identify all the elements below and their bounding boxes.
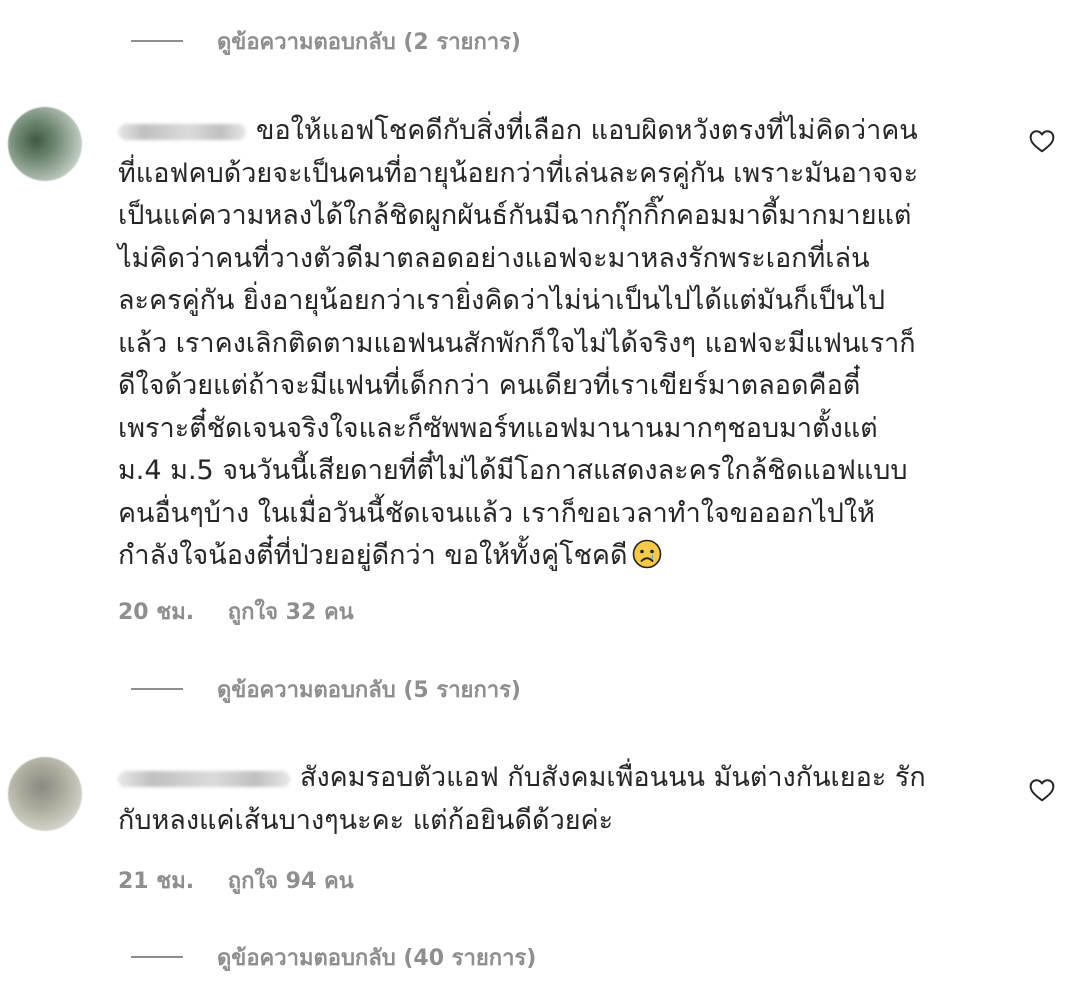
divider-line (131, 688, 183, 690)
comment-line: ดีใจด้วยแต่ถ้าจะมีแฟนที่เด็กกว่า คนเดียว… (118, 370, 861, 401)
view-replies-button[interactable]: ดูข้อความตอบกลับ (40 รายการ) (131, 941, 536, 973)
comment-line: สังคมรอบตัวแอฟ กับสังคมเพื่อนนน มันต่างก… (118, 757, 998, 800)
likes-count[interactable]: ถูกใจ 94 คน (228, 869, 354, 894)
sad-face-icon (632, 539, 661, 569)
comment-line: ไม่คิดว่าคนที่วางตัวดีมาตลอดอย่างแอฟจะมา… (118, 242, 870, 274)
view-replies-label: ดูข้อความตอบกลับ (5 รายการ) (217, 677, 521, 703)
divider-line (131, 40, 183, 42)
heart-outline-icon[interactable] (1029, 129, 1055, 153)
comment-meta: 21 ชม. ถูกใจ 94 คน (118, 863, 354, 898)
avatar[interactable] (8, 107, 82, 181)
view-replies-button[interactable]: ดูข้อความตอบกลับ (5 รายการ) (131, 673, 521, 705)
comment-time[interactable]: 20 ชม. (118, 600, 194, 625)
comment-text: ขอให้แอฟโชคดีกับสิ่งที่เลือก แอบผิดหวังต… (118, 110, 998, 578)
comment-line: เพราะตี๋ชัดเจนจริงใจและก็ซัพพอร์ทแอฟมานา… (118, 412, 878, 444)
username-blurred[interactable] (118, 123, 246, 140)
comment-text: สังคมรอบตัวแอฟ กับสังคมเพื่อนนน มันต่างก… (118, 757, 998, 842)
divider-line (131, 956, 183, 958)
likes-count[interactable]: ถูกใจ 32 คน (228, 600, 354, 625)
comment-line: แล้ว เราคงเลิกติดตามแอฟนนสักพักก็ใจไม่ได… (118, 327, 916, 359)
comment-line: กับหลงแค่เส้นบางๆนะคะ แต่ก้อยินดีด้วยค่ะ (118, 804, 614, 836)
avatar[interactable] (8, 757, 82, 831)
comment-line: คนอื่นๆบ้าง ในเมื่อวันนี้ชัดเจนแล้ว เราก… (118, 497, 875, 529)
comment-line: ม.4 ม.5 จนวันนี้เสียดายที่ตี๋ไม่ได้มีโอก… (118, 455, 908, 486)
comment-line: เป็นแค่ความหลงได้ใกล้ชิดผูกผันธ์กันมีฉาก… (118, 200, 912, 231)
view-replies-label: ดูข้อความตอบกลับ (2 รายการ) (217, 29, 521, 55)
view-replies-label: ดูข้อความตอบกลับ (40 รายการ) (217, 945, 537, 971)
comment-line: กำลังใจน้องตี๋ที่ป่วยอยู่ดีกว่า ขอให้ทั้… (118, 535, 998, 578)
comment-line: ขอให้แอฟโชคดีกับสิ่งที่เลือก แอบผิดหวังต… (118, 110, 998, 153)
comment-meta: 20 ชม. ถูกใจ 32 คน (118, 594, 354, 629)
comment-line: ละครคู่กัน ยิ่งอายุน้อยกว่าเรายิ่งคิดว่า… (118, 285, 885, 316)
comment-line: ที่แอฟคบด้วยจะเป็นคนที่อายุน้อยกว่าที่เล… (118, 157, 919, 189)
comment-time[interactable]: 21 ชม. (118, 869, 194, 894)
view-replies-button[interactable]: ดูข้อความตอบกลับ (2 รายการ) (131, 25, 521, 57)
heart-outline-icon[interactable] (1029, 778, 1055, 802)
username-blurred[interactable] (118, 770, 290, 787)
